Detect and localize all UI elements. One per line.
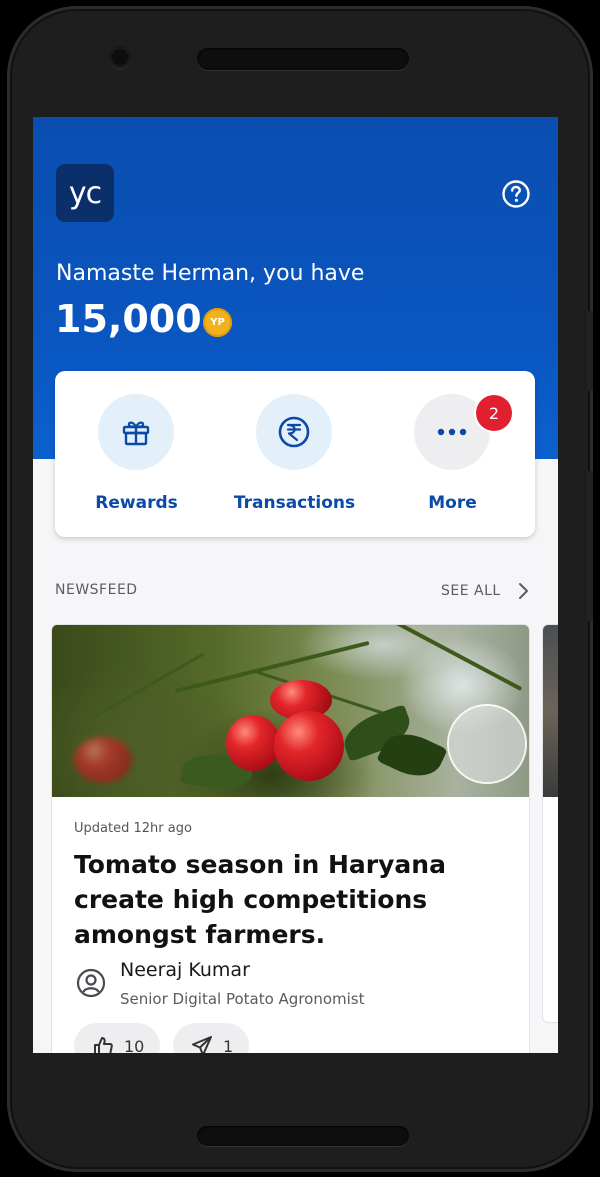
- see-all-link[interactable]: SEE ALL: [441, 577, 541, 605]
- transactions-icon-circle: [256, 394, 332, 470]
- quick-actions-card: Rewards Transactions 2 More: [55, 371, 535, 537]
- rewards-icon-circle: [98, 394, 174, 470]
- user-avatar-icon: [76, 968, 106, 998]
- rewards-button[interactable]: Rewards: [55, 371, 215, 537]
- bottom-speaker: [197, 1126, 409, 1146]
- next-news-card[interactable]: [542, 624, 558, 1023]
- send-icon: [192, 1036, 212, 1053]
- gift-icon: [122, 421, 150, 446]
- help-circle-icon[interactable]: [501, 179, 531, 209]
- power-button: [587, 311, 593, 391]
- volume-button: [587, 471, 593, 621]
- news-card[interactable]: Updated 12hr ago Tomato season in Haryan…: [51, 624, 530, 1053]
- like-button[interactable]: 10: [74, 1023, 160, 1053]
- see-all-label: SEE ALL: [441, 583, 501, 599]
- share-count: 1: [223, 1036, 234, 1054]
- rupee-icon: [278, 416, 310, 448]
- plant-stem: [174, 640, 370, 694]
- app-screen: yc Namaste Herman, you have 15,000 YP Re…: [33, 117, 558, 1053]
- transactions-button[interactable]: Transactions: [213, 371, 373, 537]
- share-button[interactable]: 1: [173, 1023, 249, 1053]
- more-button[interactable]: 2 More: [371, 371, 531, 537]
- media-overlay-circle[interactable]: [449, 706, 525, 782]
- greeting-text: Namaste Herman, you have: [56, 261, 365, 286]
- notification-badge: 2: [476, 395, 512, 431]
- tomato-article-image: [52, 625, 529, 797]
- more-label: More: [428, 493, 477, 513]
- updated-time: Updated 12hr ago: [74, 821, 192, 836]
- front-camera: [109, 46, 131, 68]
- rewards-label: Rewards: [95, 493, 178, 513]
- chevron-right-icon: [518, 583, 528, 599]
- newsfeed-title: NEWSFEED: [55, 582, 138, 598]
- top-speaker: [197, 48, 409, 70]
- author-name: Neeraj Kumar: [120, 959, 250, 981]
- transactions-label: Transactions: [233, 493, 356, 513]
- thumbs-up-icon: [94, 1037, 113, 1053]
- tomato: [274, 711, 344, 781]
- points-balance: 15,000: [55, 297, 202, 341]
- like-count: 10: [124, 1036, 145, 1054]
- next-article-image: [543, 625, 558, 797]
- author-role: Senior Digital Potato Agronomist: [120, 990, 365, 1008]
- tomato: [226, 715, 280, 771]
- points-coin-icon: YP: [203, 308, 232, 337]
- tomato: [74, 737, 132, 783]
- app-logo: yc: [56, 164, 114, 222]
- plant-stem: [361, 625, 523, 692]
- more-dots-icon: [437, 428, 467, 436]
- article-headline[interactable]: Tomato season in Haryana create high com…: [74, 847, 504, 952]
